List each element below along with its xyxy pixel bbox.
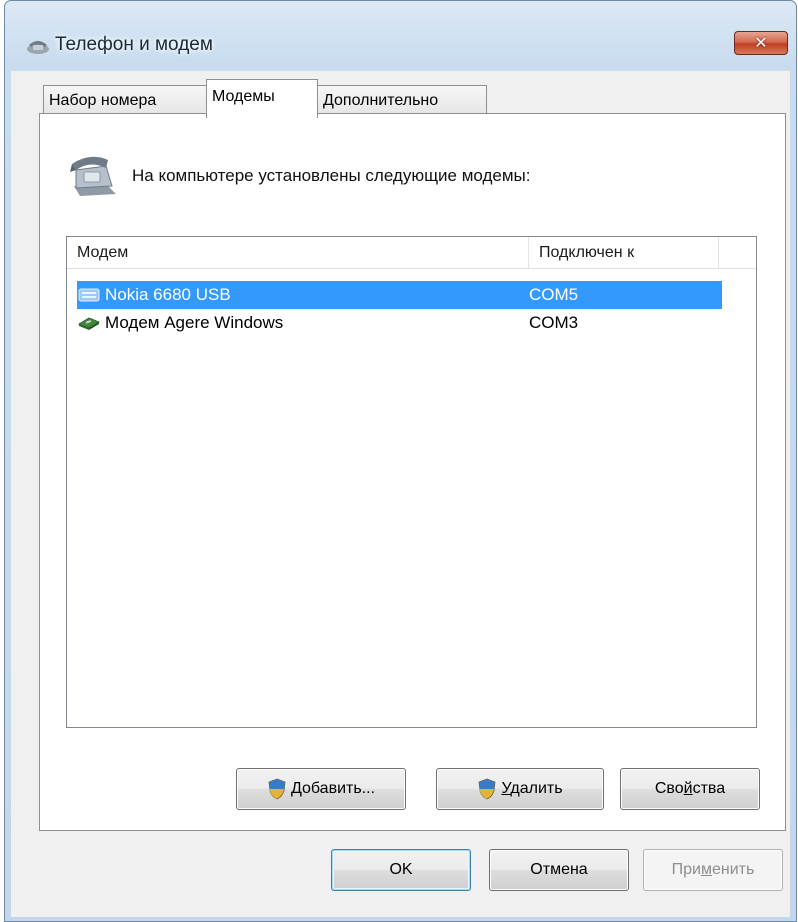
- close-button[interactable]: ✕: [734, 31, 788, 55]
- properties-button[interactable]: Свойства: [620, 768, 760, 810]
- mnemonic: м: [701, 861, 712, 878]
- telephone-icon: [70, 156, 116, 196]
- column-header-port[interactable]: Подключен к: [529, 237, 719, 269]
- list-item[interactable]: Модем Agere Windows COM3: [77, 309, 722, 337]
- cancel-button-label: Отмена: [530, 861, 588, 878]
- dialog-window: Телефон и модем ✕ Набор номера Модемы До…: [4, 0, 797, 922]
- add-button-label: Добавить...: [291, 780, 375, 798]
- label-part: енить: [712, 861, 755, 878]
- label-rest: далить: [510, 780, 563, 797]
- phone-modem-icon: [27, 41, 49, 54]
- properties-button-label: Свойства: [655, 780, 725, 798]
- column-header-filler: [719, 237, 756, 269]
- uac-shield-icon: [479, 778, 496, 800]
- modem-name-cell: Модем Agere Windows: [77, 309, 283, 337]
- label-part: ства: [692, 780, 726, 797]
- installed-modems-label: На компьютере установлены следующие моде…: [132, 166, 531, 185]
- modem-name: Nokia 6680 USB: [105, 285, 231, 304]
- add-button[interactable]: Добавить...: [236, 768, 406, 810]
- mnemonic: й: [683, 780, 693, 797]
- tab-label: Набор номера: [49, 92, 157, 109]
- modem-card-icon: [78, 317, 100, 330]
- column-header-modem[interactable]: Модем: [67, 237, 529, 269]
- title-bar[interactable]: Телефон и модем ✕: [5, 1, 796, 55]
- label-part: Сво: [654, 780, 684, 797]
- label-rest: обавить...: [301, 780, 376, 797]
- tab-label: Модемы: [212, 88, 275, 105]
- modem-list[interactable]: Модем Подключен к Nokia 6680 USB COM5 Мо…: [66, 236, 757, 728]
- window-title: Телефон и модем: [55, 34, 213, 55]
- ok-button-label: OK: [389, 861, 413, 878]
- modems-tab-panel: На компьютере установлены следующие моде…: [39, 113, 786, 831]
- label-part: При: [671, 861, 701, 878]
- tab-label: Дополнительно: [323, 92, 439, 109]
- modem-port: COM3: [529, 313, 579, 332]
- ok-button[interactable]: OK: [331, 849, 471, 891]
- apply-button-label: Применить: [672, 861, 755, 879]
- tab-modems[interactable]: Модемы: [206, 79, 318, 118]
- dialog-client-area: Набор номера Модемы Дополнительно На ком…: [11, 71, 790, 917]
- modem-name: Модем Agere Windows: [105, 313, 284, 332]
- modem-port: COM5: [529, 285, 579, 304]
- remove-button-label: Удалить: [501, 780, 562, 798]
- uac-shield-icon: [268, 778, 286, 800]
- list-header: Модем Подключен к: [67, 237, 756, 269]
- cancel-button[interactable]: Отмена: [489, 849, 629, 891]
- close-icon: ✕: [754, 35, 768, 52]
- remove-button[interactable]: Удалить: [436, 768, 604, 810]
- modem-name-cell: Nokia 6680 USB: [77, 281, 231, 309]
- usb-modem-icon: [78, 288, 100, 302]
- list-item[interactable]: Nokia 6680 USB COM5: [77, 281, 722, 309]
- mnemonic: Д: [290, 780, 302, 797]
- apply-button[interactable]: Применить: [643, 849, 783, 891]
